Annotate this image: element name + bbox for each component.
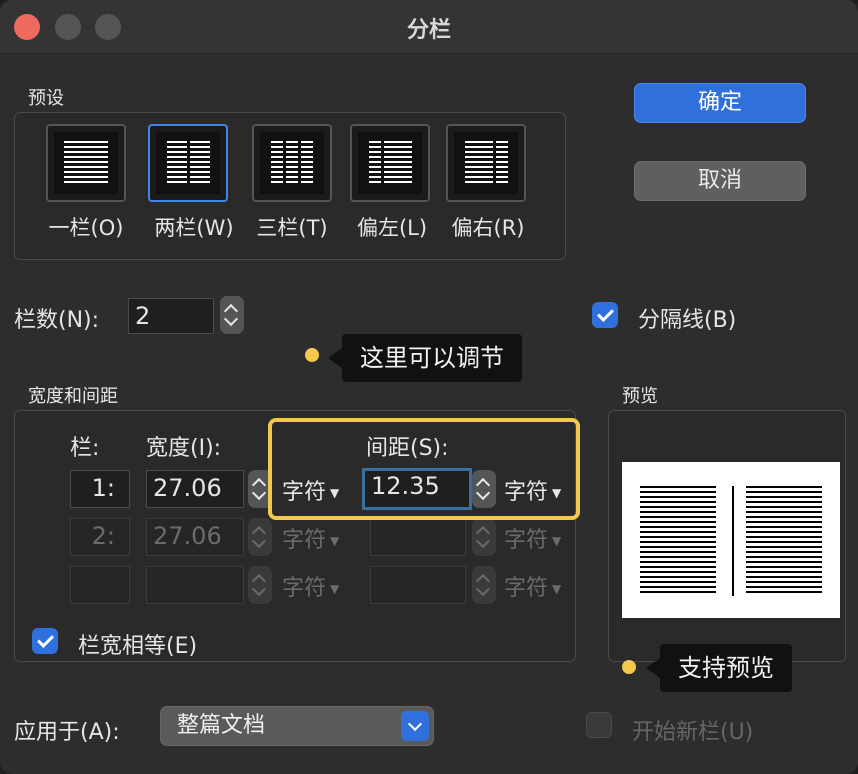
separator-checkbox[interactable] (592, 302, 618, 328)
preset-three-columns[interactable] (252, 124, 332, 202)
callout-dot (622, 660, 636, 674)
right-column-icon (464, 141, 508, 185)
left-column-icon (368, 141, 412, 185)
preset-two-columns[interactable] (148, 124, 228, 202)
column-width-stepper-3 (248, 566, 272, 604)
width-unit-dropdown-2: 字符 ▼ (282, 528, 340, 553)
column-header: 栏: (70, 436, 100, 461)
column-index-2: 2: (70, 518, 130, 556)
column-width-input-2: 27.06 (146, 518, 244, 556)
apply-to-value: 整篇文档 (177, 713, 266, 738)
chevron-down-icon (401, 711, 429, 741)
preview-column-left (640, 486, 716, 596)
spacing-unit-dropdown-2: 字符 ▼ (504, 528, 562, 553)
spacing-highlight (268, 418, 580, 520)
adjust-callout: 这里可以调节 (328, 334, 522, 382)
column-spacing-input-2 (370, 518, 466, 556)
width-header: 宽度(I): (146, 436, 222, 461)
apply-to-select[interactable]: 整篇文档 (160, 706, 434, 746)
preset-right[interactable] (446, 124, 526, 202)
preview-callout: 支持预览 (646, 644, 792, 692)
preview-separator (732, 486, 734, 596)
checkmark-icon (36, 630, 54, 648)
columns-count-label: 栏数(N): (14, 308, 100, 333)
preset-left[interactable] (350, 124, 430, 202)
column-spacing-stepper-2 (472, 518, 496, 556)
columns-dialog: 分栏 预设 一栏(O) 两栏(W) 三栏(T) 偏左(L) 偏右(R) 确定 取… (0, 0, 858, 774)
preview-column-right (746, 486, 822, 596)
three-column-icon (271, 141, 313, 185)
preset-right-label: 偏右(R) (451, 216, 525, 240)
equal-width-label: 栏宽相等(E) (78, 634, 198, 659)
preview-page (622, 462, 840, 618)
apply-to-label: 应用于(A): (14, 720, 120, 745)
window-title: 分栏 (406, 18, 451, 43)
preset-one-column[interactable] (46, 124, 126, 202)
one-column-icon (64, 141, 108, 185)
presets-label: 预设 (28, 88, 64, 109)
preset-left-label: 偏左(L) (356, 216, 428, 240)
two-column-icon (166, 141, 210, 185)
column-width-input-1[interactable]: 27.06 (146, 470, 244, 508)
ok-button[interactable]: 确定 (634, 83, 806, 123)
columns-count-stepper[interactable] (220, 296, 244, 334)
width-spacing-label: 宽度和间距 (28, 386, 118, 407)
separator-label: 分隔线(B) (638, 308, 737, 333)
column-index-3 (70, 566, 130, 604)
start-new-column-checkbox (586, 712, 612, 738)
column-width-input-3 (146, 566, 244, 604)
preset-three-columns-label: 三栏(T) (256, 216, 328, 240)
column-index-1: 1: (70, 470, 130, 508)
start-new-column-label: 开始新栏(U) (632, 720, 754, 745)
column-spacing-input-3 (370, 566, 466, 604)
preset-two-columns-label: 两栏(W) (154, 216, 234, 240)
columns-count-input[interactable]: 2 (128, 298, 214, 334)
equal-width-checkbox[interactable] (32, 628, 58, 654)
preset-one-column-label: 一栏(O) (48, 216, 124, 240)
width-unit-dropdown-3: 字符 ▼ (282, 576, 340, 601)
spacing-unit-dropdown-3: 字符 ▼ (504, 576, 562, 601)
column-spacing-stepper-3 (472, 566, 496, 604)
preview-label: 预览 (622, 386, 658, 407)
column-width-stepper-2 (248, 518, 272, 556)
callout-dot (305, 348, 319, 362)
cancel-button[interactable]: 取消 (634, 161, 806, 201)
checkmark-icon (596, 304, 614, 322)
title-bar: 分栏 (0, 0, 858, 54)
